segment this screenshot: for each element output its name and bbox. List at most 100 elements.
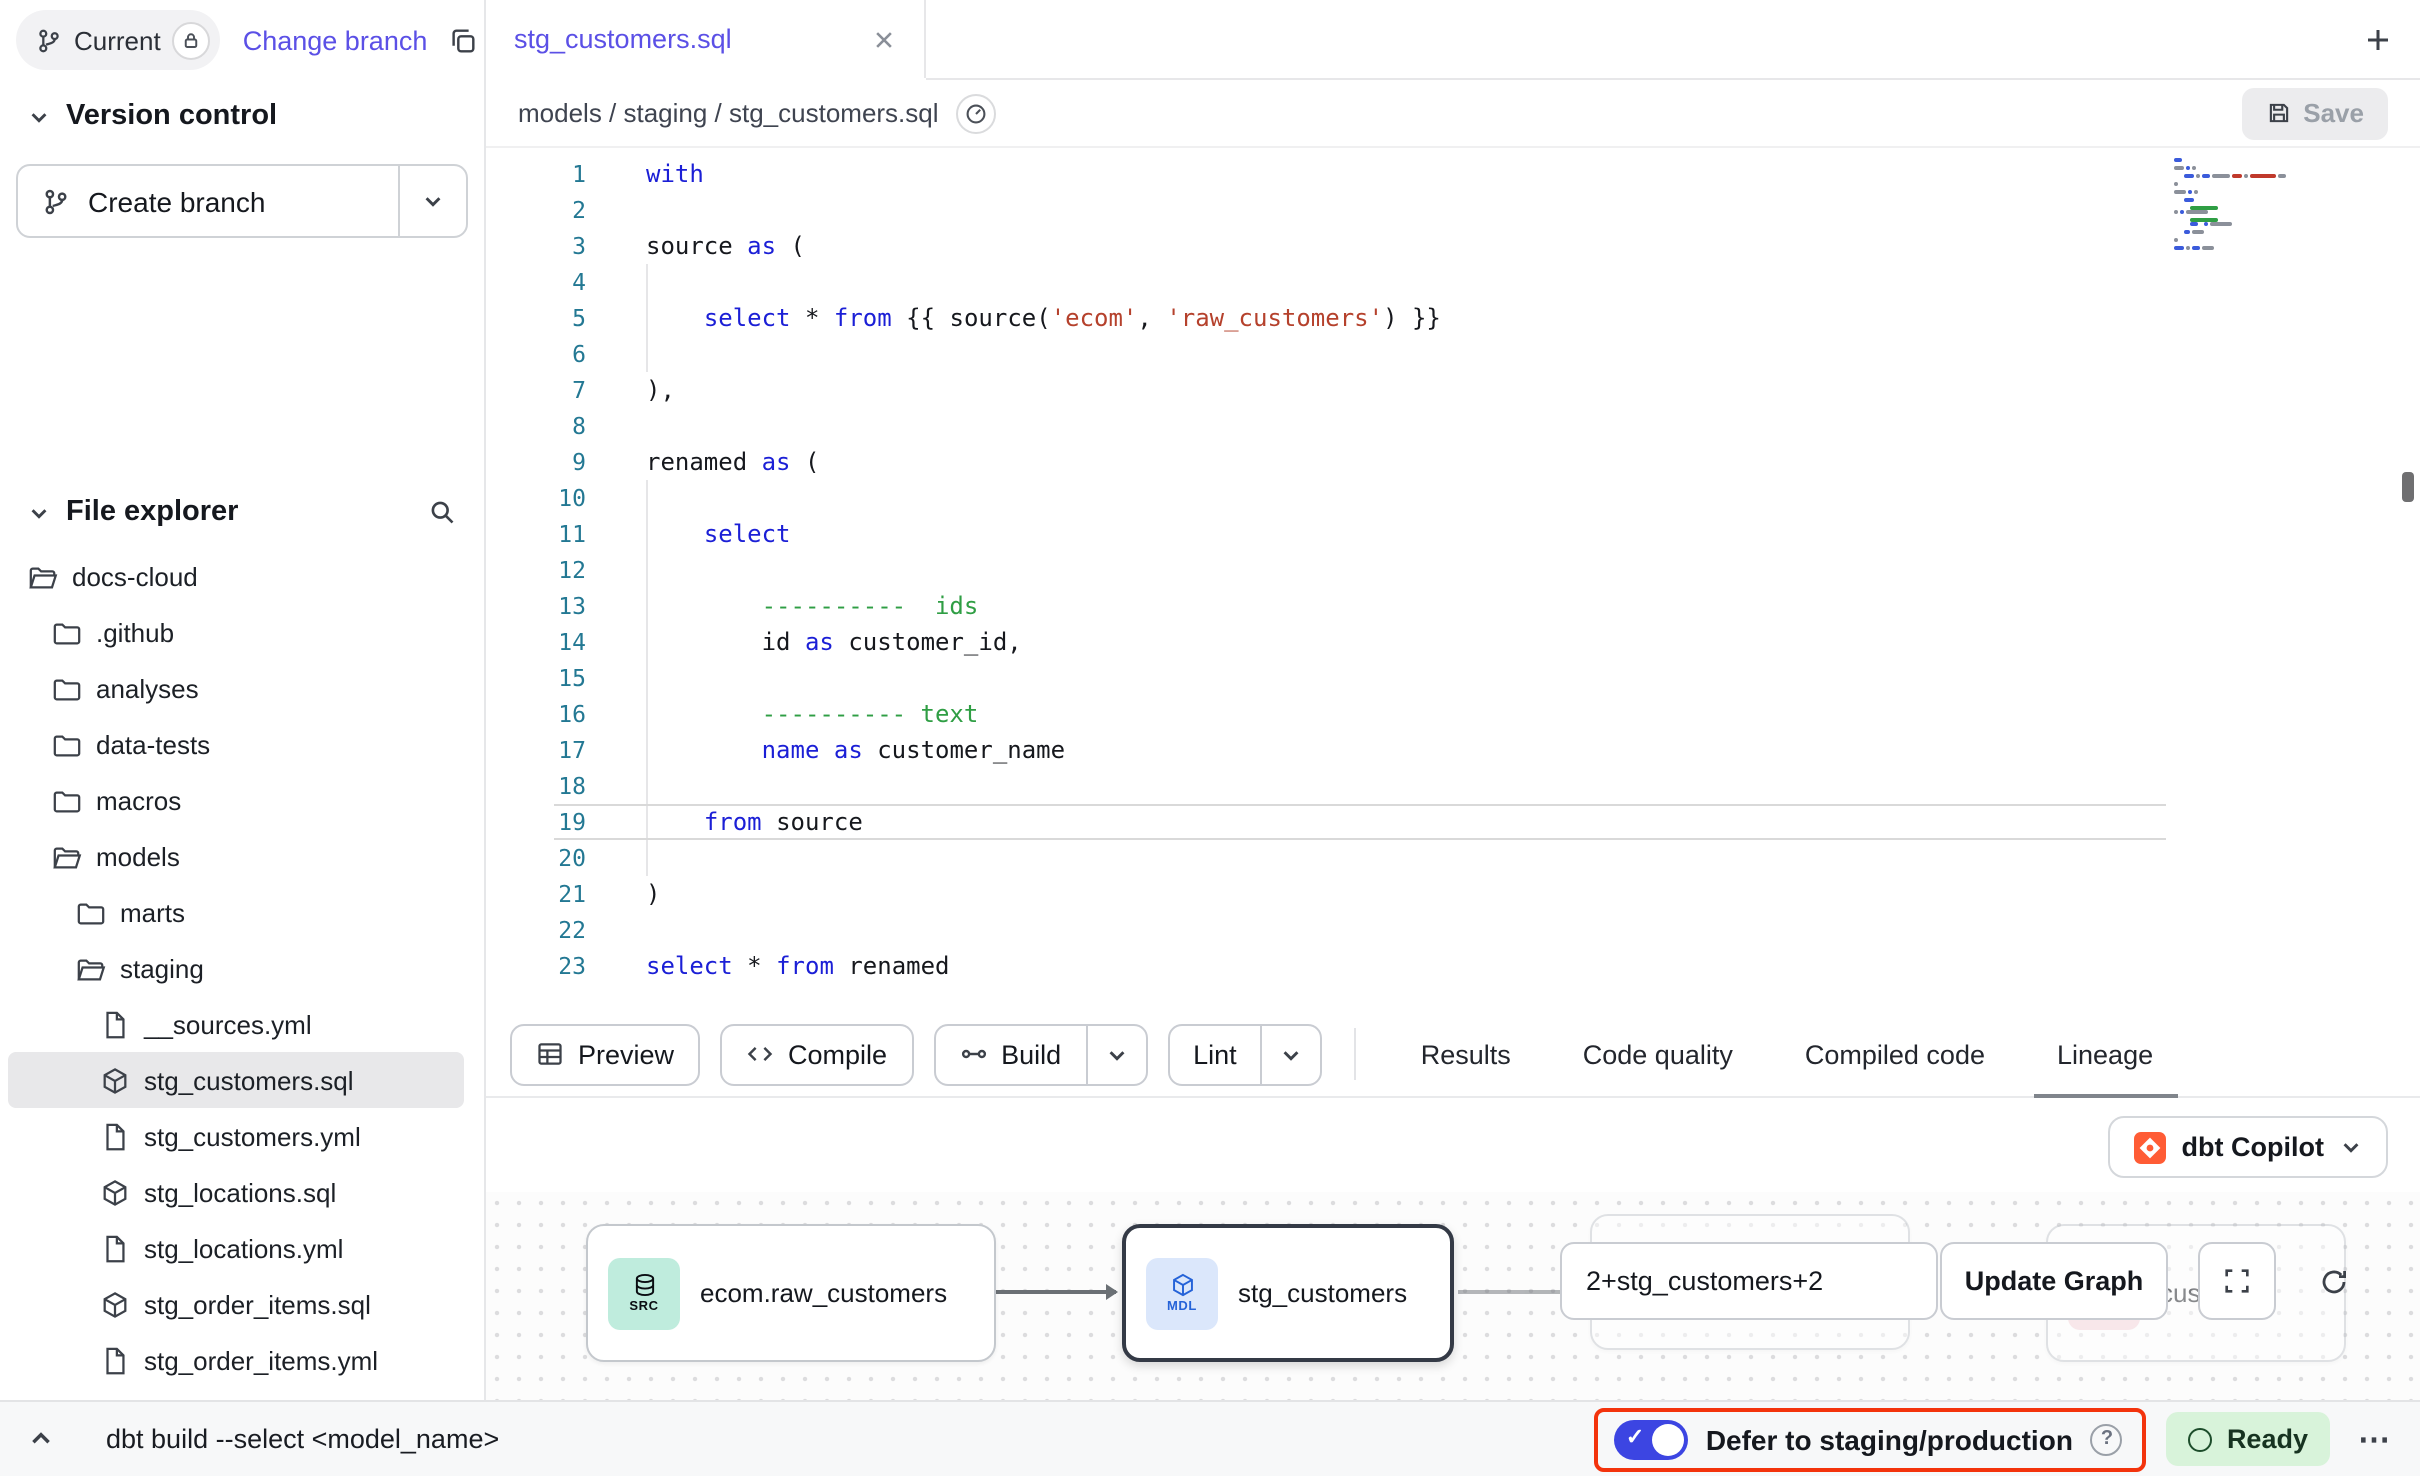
code-line[interactable]: 8	[486, 408, 2420, 444]
tree-item[interactable]: marts	[0, 884, 484, 940]
refresh-button[interactable]	[2302, 1250, 2366, 1314]
save-button[interactable]: Save	[2241, 87, 2388, 139]
lineage-node-stg-customers[interactable]: MDL stg_customers	[1122, 1224, 1454, 1362]
lineage-node-source[interactable]: SRC ecom.raw_customers	[586, 1224, 996, 1362]
tree-item-label: stg_order_items.sql	[144, 1289, 371, 1319]
change-branch-link[interactable]: Change branch	[243, 25, 428, 55]
tree-item[interactable]: stg_locations.yml	[0, 1220, 484, 1276]
code-line[interactable]: 17 name as customer_name	[486, 732, 2420, 768]
tab-compiled-code[interactable]: Compiled code	[1805, 1011, 1985, 1097]
code-line[interactable]: 23select * from renamed	[486, 948, 2420, 984]
code-line[interactable]: 14 id as customer_id,	[486, 624, 2420, 660]
lineage-header: dbt Copilot	[486, 1098, 2420, 1192]
file-explorer-title: File explorer	[66, 496, 238, 528]
tree-item[interactable]: analyses	[0, 660, 484, 716]
fullscreen-icon	[2222, 1266, 2252, 1296]
code-line[interactable]: 4	[486, 264, 2420, 300]
defer-toggle[interactable]: ✓	[1614, 1419, 1688, 1459]
tree-item[interactable]: stg_order_items.yml	[0, 1332, 484, 1388]
create-branch-dropdown[interactable]	[398, 166, 466, 236]
lint-button[interactable]: Lint	[1167, 1023, 1323, 1085]
code-line[interactable]: 10	[486, 480, 2420, 516]
code-text: source as (	[646, 232, 805, 260]
build-button[interactable]: Build	[933, 1023, 1147, 1085]
tree-item[interactable]: stg_locations.sql	[0, 1164, 484, 1220]
current-branch-label: Current	[74, 25, 161, 55]
build-icon	[959, 1040, 987, 1068]
code-line[interactable]: 3source as (	[486, 228, 2420, 264]
new-tab-button[interactable]	[2336, 0, 2420, 78]
code-line[interactable]: 21)	[486, 876, 2420, 912]
code-line[interactable]: 13 ---------- ids	[486, 588, 2420, 624]
code-line[interactable]: 20	[486, 840, 2420, 876]
tree-item[interactable]: stg_customers.yml	[0, 1108, 484, 1164]
tab-code-quality[interactable]: Code quality	[1583, 1011, 1733, 1097]
current-branch-pill[interactable]: Current	[16, 10, 221, 70]
search-icon[interactable]	[428, 498, 456, 526]
tree-item[interactable]: macros	[0, 772, 484, 828]
line-number: 2	[486, 196, 586, 224]
tab-bar: stg_customers.sql	[486, 0, 2420, 80]
dbt-copilot-button[interactable]: dbt Copilot	[2108, 1116, 2388, 1178]
tree-item[interactable]: data-tests	[0, 716, 484, 772]
chevron-up-icon[interactable]	[28, 1426, 54, 1452]
code-line[interactable]: 2	[486, 192, 2420, 228]
code-line[interactable]: 12	[486, 552, 2420, 588]
code-text: with	[646, 160, 704, 188]
code-lines: 1with 2 3source as (45 select * from {{ so…	[486, 148, 2420, 1012]
model-badge-icon: MDL	[1146, 1257, 1218, 1329]
code-editor[interactable]: 1with 2 3source as (45 select * from {{ so…	[486, 148, 2420, 1012]
gauge-icon[interactable]	[957, 93, 997, 133]
code-line[interactable]: 7),	[486, 372, 2420, 408]
lint-dropdown[interactable]	[1261, 1025, 1321, 1083]
code-line[interactable]: 18	[486, 768, 2420, 804]
close-icon[interactable]	[872, 27, 896, 51]
tree-item-label: staging	[120, 953, 204, 983]
tab-results[interactable]: Results	[1421, 1011, 1511, 1097]
line-number: 15	[486, 664, 586, 692]
tree-item[interactable]: .github	[0, 604, 484, 660]
version-control-header[interactable]: Version control	[0, 80, 484, 148]
copy-icon[interactable]	[447, 25, 477, 55]
tree-item[interactable]: stg_customers.sql	[8, 1052, 464, 1108]
tree-item[interactable]: docs-cloud	[0, 548, 484, 604]
main-panel: stg_customers.sql models / staging / stg…	[486, 0, 2420, 1400]
table-icon	[536, 1040, 564, 1068]
folder-open-icon	[28, 561, 58, 591]
tab-stg-customers-sql[interactable]: stg_customers.sql	[486, 0, 926, 78]
more-menu-button[interactable]: ⋯	[2358, 1419, 2392, 1459]
git-branch-icon	[42, 187, 70, 215]
fullscreen-button[interactable]	[2198, 1242, 2276, 1320]
help-icon[interactable]: ?	[2091, 1423, 2123, 1455]
tree-item[interactable]: models	[0, 828, 484, 884]
create-branch-button[interactable]: Create branch	[16, 164, 468, 238]
lineage-canvas[interactable]: MDL customers SEM cus SRC ecom.	[486, 1192, 2420, 1400]
build-dropdown[interactable]	[1085, 1025, 1145, 1083]
lineage-selector-input[interactable]: 2+stg_customers+2	[1560, 1242, 1938, 1320]
compile-button[interactable]: Compile	[720, 1023, 913, 1085]
update-graph-button[interactable]: Update Graph	[1940, 1242, 2168, 1320]
code-line[interactable]: 1with	[486, 156, 2420, 192]
node-label: stg_customers	[1238, 1278, 1407, 1308]
status-badge[interactable]: Ready	[2167, 1412, 2330, 1466]
code-line[interactable]: 9renamed as (	[486, 444, 2420, 480]
code-line[interactable]: 6	[486, 336, 2420, 372]
code-line[interactable]: 15	[486, 660, 2420, 696]
code-text: select * from renamed	[646, 952, 950, 980]
line-number: 9	[486, 448, 586, 476]
folder-open-icon	[76, 953, 106, 983]
code-text: from source	[646, 808, 863, 836]
file-icon	[100, 1121, 130, 1151]
preview-button[interactable]: Preview	[510, 1023, 700, 1085]
tab-lineage[interactable]: Lineage	[2057, 1011, 2153, 1097]
tree-item[interactable]: __sources.yml	[0, 996, 484, 1052]
code-line[interactable]: 19 from source	[486, 804, 2420, 840]
tree-item[interactable]: stg_order_items.sql	[0, 1276, 484, 1332]
code-line[interactable]: 5 select * from {{ source('ecom', 'raw_c…	[486, 300, 2420, 336]
tree-item[interactable]: staging	[0, 940, 484, 996]
code-line[interactable]: 16 ---------- text	[486, 696, 2420, 732]
code-line[interactable]: 22	[486, 912, 2420, 948]
code-line[interactable]: 11 select	[486, 516, 2420, 552]
file-explorer-header[interactable]: File explorer	[0, 472, 484, 544]
file-tree: docs-cloud.githubanalysesdata-testsmacro…	[0, 548, 484, 1388]
